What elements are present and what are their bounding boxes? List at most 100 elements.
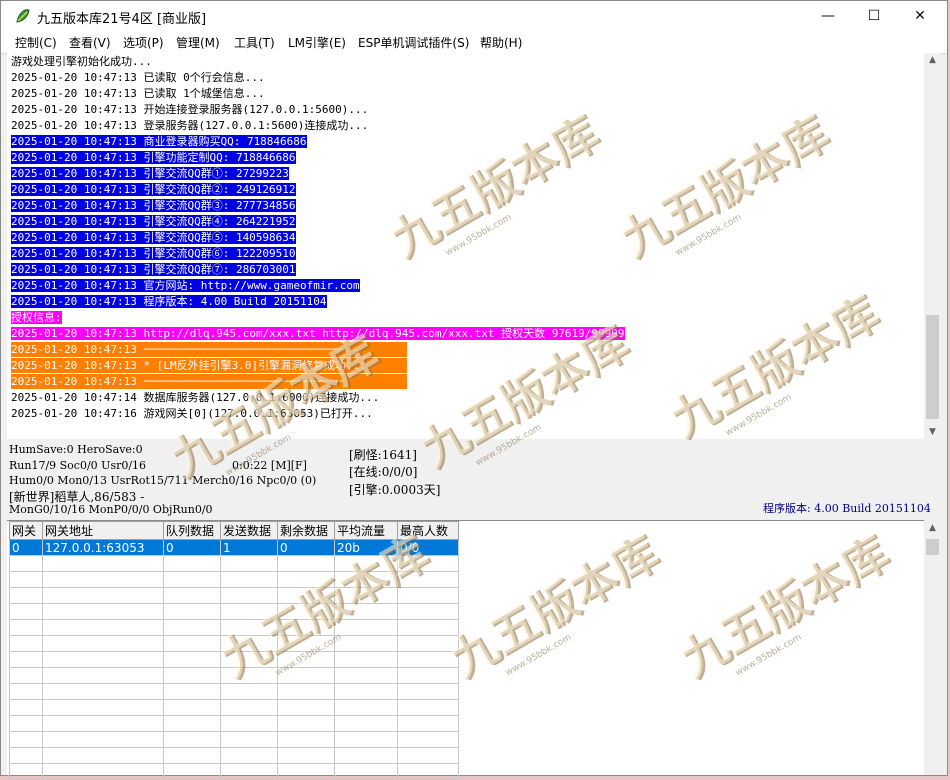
menu-tools[interactable]: 工具(T)	[234, 34, 275, 51]
cell-address: 127.0.0.1:63053	[42, 539, 164, 556]
log-line: 2025-01-20 10:47:13 引擎交流QQ群⑥: 122209510	[11, 246, 296, 261]
empty-cell	[397, 763, 459, 780]
close-button[interactable]: ✕	[897, 1, 943, 31]
empty-row	[9, 587, 459, 604]
empty-cell	[277, 571, 335, 588]
empty-cell	[397, 587, 459, 604]
log-line: 2025-01-20 10:47:13 引擎交流QQ群①: 27299223	[11, 166, 289, 181]
empty-cell	[42, 587, 164, 604]
empty-row	[9, 715, 459, 732]
empty-cell	[163, 683, 221, 700]
maximize-icon: ☐	[867, 8, 881, 24]
empty-cell	[397, 635, 459, 652]
empty-cell	[42, 683, 164, 700]
log-scrollbar[interactable]: ▲ ▼	[924, 53, 941, 439]
col-remain-data[interactable]: 剩余数据	[277, 521, 335, 540]
empty-cell	[334, 699, 398, 716]
title-bar[interactable]: 九五版本库21号4区 [商业版] — ☐ ✕	[1, 1, 947, 31]
col-max-users[interactable]: 最高人数	[397, 521, 459, 540]
empty-cell	[334, 619, 398, 636]
empty-cell	[9, 699, 43, 716]
log-line: 2025-01-20 10:47:13 已读取 1个城堡信息...	[11, 87, 265, 100]
col-queue-data[interactable]: 队列数据	[163, 521, 221, 540]
log-line-text: 2025-01-20 10:47:13 引擎交流QQ群③: 277734856	[11, 199, 296, 212]
empty-cell	[334, 635, 398, 652]
log-line-text: 授权信息:	[11, 311, 62, 324]
menu-options[interactable]: 选项(P)	[123, 34, 164, 51]
empty-cell	[9, 683, 43, 700]
col-send-data[interactable]: 发送数据	[220, 521, 278, 540]
grid-scrollbar[interactable]: ▲	[924, 521, 941, 774]
menu-help[interactable]: 帮助(H)	[480, 34, 522, 51]
save-status: HumSave:0 HeroSave:0	[9, 443, 143, 456]
empty-cell	[277, 683, 335, 700]
cell-queue: 0	[163, 539, 221, 556]
col-avg-traffic[interactable]: 平均流量	[334, 521, 398, 540]
log-line-text: 2025-01-20 10:47:13 官方网站: http://www.gam…	[11, 279, 360, 292]
empty-cell	[397, 571, 459, 588]
grid-scroll-up-icon[interactable]: ▲	[924, 521, 941, 535]
menu-control[interactable]: 控制(C)	[15, 34, 57, 51]
grid-scroll-thumb[interactable]	[926, 539, 939, 555]
menu-esp-debug[interactable]: ESP单机调试插件(S)	[358, 34, 469, 51]
menu-view[interactable]: 查看(V)	[69, 34, 111, 51]
empty-cell	[220, 763, 278, 780]
empty-row	[9, 763, 459, 780]
cell-max-users: 0/0	[397, 539, 459, 556]
scroll-down-icon[interactable]: ▼	[924, 425, 941, 439]
log-line: 游戏处理引擎初始化成功...	[11, 55, 152, 68]
log-line-text: 2025-01-20 10:47:13 引擎交流QQ群①: 27299223	[11, 167, 289, 180]
empty-cell	[397, 699, 459, 716]
log-line-text: 2025-01-20 10:47:13 引擎交流QQ群⑦: 286703001	[11, 263, 296, 276]
empty-cell	[42, 731, 164, 748]
empty-cell	[9, 731, 43, 748]
menu-manage[interactable]: 管理(M)	[176, 34, 220, 51]
empty-cell	[220, 651, 278, 668]
maximize-button[interactable]: ☐	[851, 1, 897, 31]
run-status: Run17/9 Soc0/0 Usr0/16	[9, 459, 147, 472]
window-title: 九五版本库21号4区 [商业版]	[37, 12, 207, 27]
log-line: 2025-01-20 10:47:13 ────────────────────…	[11, 342, 407, 357]
close-icon: ✕	[914, 8, 926, 24]
empty-cell	[163, 587, 221, 604]
empty-cell	[334, 763, 398, 780]
col-gateway[interactable]: 网关	[9, 521, 43, 540]
gateway-grid[interactable]: 网关 网关地址 队列数据 发送数据 剩余数据 平均流量 最高人数 0 127.0…	[7, 520, 924, 780]
empty-cell	[334, 667, 398, 684]
empty-cell	[42, 635, 164, 652]
empty-row	[9, 683, 459, 700]
empty-cell	[163, 747, 221, 764]
empty-cell	[277, 619, 335, 636]
log-scroll-thumb[interactable]	[926, 315, 939, 419]
empty-cell	[277, 763, 335, 780]
empty-cell	[9, 747, 43, 764]
empty-cell	[220, 571, 278, 588]
log-line-text: 2025-01-20 10:47:13 * [LM反外挂引擎3.0]引擎漏洞修复…	[11, 358, 407, 373]
empty-cell	[220, 603, 278, 620]
refresh-monster-count: [刷怪:1641]	[349, 448, 417, 462]
scroll-up-icon[interactable]: ▲	[924, 53, 941, 67]
log-line-text: 2025-01-20 10:47:13 商业登录器购买QQ: 718846686	[11, 135, 307, 148]
empty-cell	[334, 587, 398, 604]
empty-cell	[42, 619, 164, 636]
empty-row	[9, 619, 459, 636]
empty-cell	[9, 619, 43, 636]
log-line-text: 2025-01-20 10:47:13 程序版本: 4.00 Build 201…	[11, 295, 327, 308]
empty-cell	[334, 683, 398, 700]
empty-cell	[277, 699, 335, 716]
log-line: 2025-01-20 10:47:13 开始连接登录服务器(127.0.0.1:…	[11, 103, 369, 116]
empty-cell	[334, 571, 398, 588]
empty-cell	[334, 555, 398, 572]
empty-cell	[42, 715, 164, 732]
log-line: 2025-01-20 10:47:13 http://dlq.945.com/x…	[11, 326, 625, 341]
minimize-button[interactable]: —	[805, 1, 851, 31]
col-gateway-address[interactable]: 网关地址	[42, 521, 164, 540]
cell-traffic: 20b	[334, 539, 398, 556]
log-panel[interactable]: 游戏处理引擎初始化成功... 2025-01-20 10:47:13 已读取 0个…	[7, 53, 924, 439]
version-label: 程序版本: 4.00 Build 20151104	[763, 502, 931, 515]
empty-row	[9, 555, 459, 572]
table-row[interactable]: 0 127.0.0.1:63053 0 1 0 20b 0/0	[9, 539, 459, 556]
menu-lm-engine[interactable]: LM引擎(E)	[288, 34, 346, 51]
log-line-text: 2025-01-20 10:47:13 http://dlq.945.com/x…	[11, 327, 625, 340]
log-line: 2025-01-20 10:47:13 引擎交流QQ群⑦: 286703001	[11, 262, 296, 277]
